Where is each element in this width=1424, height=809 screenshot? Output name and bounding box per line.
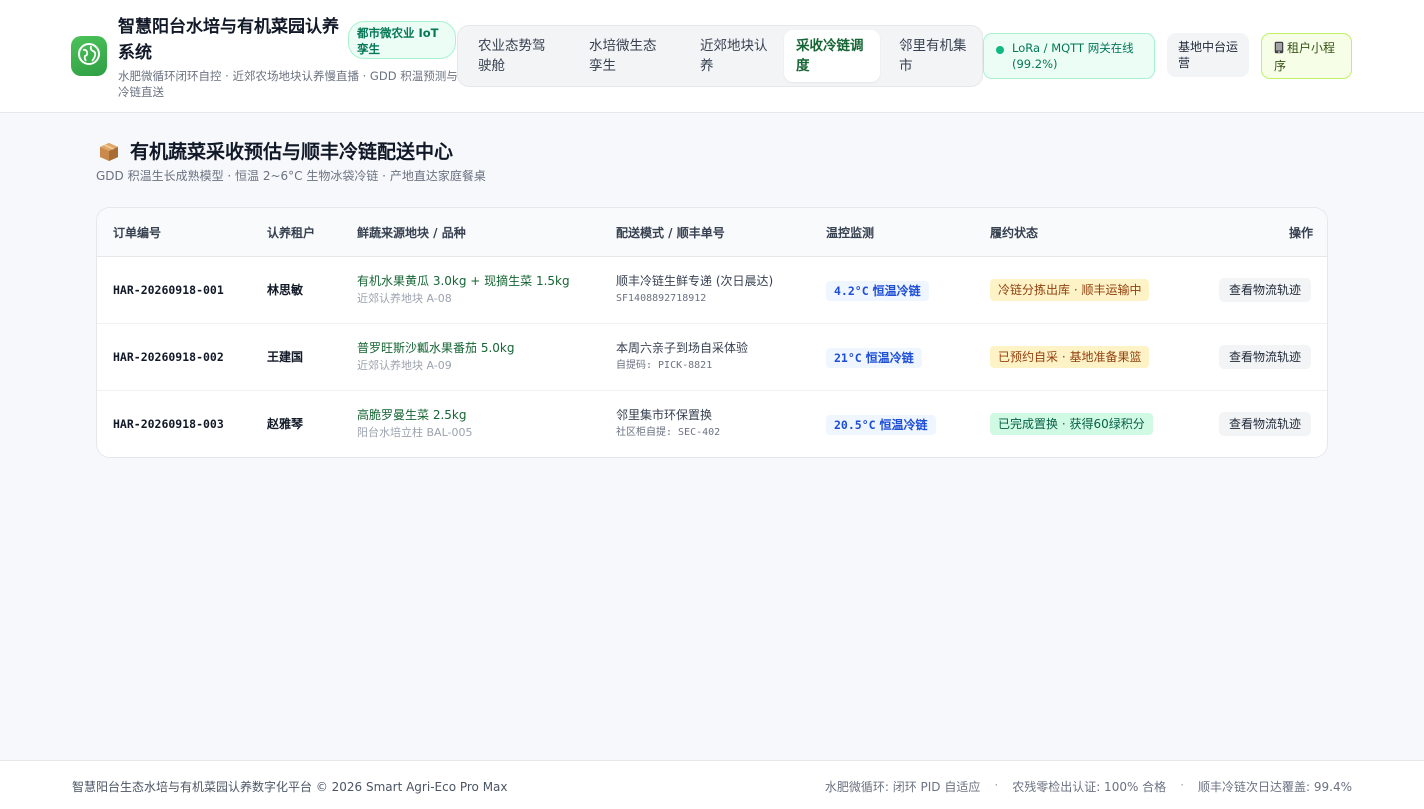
col-action: 操作 xyxy=(1288,226,1313,240)
footer-stat-coverage: 顺丰冷链次日达覆盖: 99.4% xyxy=(1198,780,1352,794)
delivery-mode: 本周六亲子到场自采体验 xyxy=(616,341,749,355)
col-produce: 鲜蔬来源地块 / 品种 xyxy=(357,226,466,240)
tracking-number: 自提码: PICK-8821 xyxy=(616,360,713,371)
footer-stat-pid: 水肥微循环: 闭环 PID 自适应 xyxy=(824,780,981,794)
globe-icon xyxy=(77,42,101,70)
produce-name: 有机水果黄瓜 3.0kg + 现摘生菜 1.5kg xyxy=(357,274,570,288)
tracking-number: 社区柜自提: SEC-402 xyxy=(616,427,721,438)
tenant-name: 林思敏 xyxy=(267,283,304,297)
tab-neighborhood-market[interactable]: 邻里有机集市 xyxy=(887,30,979,82)
source-plot: 阳台水培立柱 BAL-005 xyxy=(357,426,473,439)
table-header: 订单编号 认养租户 鲜蔬来源地块 / 品种 配送模式 / 顺丰单号 温控监测 履… xyxy=(97,208,1327,257)
footer-stats: 水肥微循环: 闭环 PID 自适应 · 农残零检出认证: 100% 合格 · 顺… xyxy=(825,778,1352,795)
view-logistics-button[interactable]: 查看物流轨迹 xyxy=(1219,412,1312,436)
main-nav: 农业态势驾驶舱 水培微生态孪生 近郊地块认养 采收冷链调度 邻里有机集市 xyxy=(457,25,983,87)
tracking-number: SF1408892718912 xyxy=(616,293,707,304)
col-tenant: 认养租户 xyxy=(267,226,316,240)
table-row: HAR-20260918-002 王建国 普罗旺斯沙瓤水果番茄 5.0kg 近郊… xyxy=(97,324,1327,391)
col-delivery: 配送模式 / 顺丰单号 xyxy=(616,226,725,240)
produce-name: 高脆罗曼生菜 2.5kg xyxy=(357,408,467,422)
source-plot: 近郊认养地块 A-08 xyxy=(357,292,452,305)
app-footer: 智慧阳台生态水培与有机菜园认养数字化平台 © 2026 Smart Agri-E… xyxy=(0,760,1424,809)
delivery-mode: 邻里集市环保置换 xyxy=(616,408,713,422)
temp-value: 20.5°C xyxy=(834,418,876,432)
app-header: 智慧阳台水培与有机菜园认养系统 水肥微循环闭环自控 · 近郊农场地块认养慢直播 … xyxy=(0,0,1424,113)
iot-twin-badge: 都市微农业 IoT 孪生 xyxy=(348,21,456,59)
section-title-text: 有机蔬菜采收预估与顺丰冷链配送中心 xyxy=(130,141,454,163)
delivery-mode: 顺丰冷链生鲜专递 (次日晨达) xyxy=(616,274,774,288)
temp-badge: 20.5°C 恒温冷链 xyxy=(826,415,936,435)
table-row: HAR-20260918-003 赵雅琴 高脆罗曼生菜 2.5kg 阳台水培立柱… xyxy=(97,391,1327,457)
footer-separator: · xyxy=(994,778,999,792)
col-temp: 温控监测 xyxy=(826,226,875,240)
package-icon xyxy=(98,141,120,163)
order-id: HAR-20260918-003 xyxy=(113,417,224,431)
temp-badge: 4.2°C 恒温冷链 xyxy=(826,281,929,301)
source-plot: 近郊认养地块 A-09 xyxy=(357,359,452,372)
tab-plot-adoption[interactable]: 近郊地块认养 xyxy=(688,30,780,82)
gateway-status-text: LoRa / MQTT 网关在线 (99.2%) xyxy=(1012,41,1134,71)
tenant-mini-program-button[interactable]: 租户小程序 xyxy=(1261,33,1352,79)
section-subtitle: GDD 积温生长成熟模型 · 恒温 2~6°C 生物冰袋冷链 · 产地直达家庭餐… xyxy=(96,169,486,183)
app-logo xyxy=(71,36,107,76)
tab-harvest-cold-chain[interactable]: 采收冷链调度 xyxy=(784,30,880,82)
app-subtitle: 水肥微循环闭环自控 · 近郊农场地块认养慢直播 · GDD 积温预测与冷链直送 xyxy=(118,69,458,99)
status-badge: 已预约自采 · 基地准备果篮 xyxy=(990,346,1150,368)
order-id: HAR-20260918-002 xyxy=(113,350,224,364)
col-status: 履约状态 xyxy=(990,226,1039,240)
footer-copyright: 智慧阳台生态水培与有机菜园认养数字化平台 © 2026 Smart Agri-E… xyxy=(72,780,508,794)
tab-hydro-twin[interactable]: 水培微生态孪生 xyxy=(577,30,681,82)
phone-icon xyxy=(1274,41,1284,58)
status-badge: 冷链分拣出库 · 顺丰运输中 xyxy=(990,279,1150,301)
table-row: HAR-20260918-001 林思敏 有机水果黄瓜 3.0kg + 现摘生菜… xyxy=(97,257,1327,324)
temp-label: 恒温冷链 xyxy=(865,351,914,365)
orders-table: 订单编号 认养租户 鲜蔬来源地块 / 品种 配送模式 / 顺丰单号 温控监测 履… xyxy=(96,207,1328,458)
gateway-status: LoRa / MQTT 网关在线 (99.2%) xyxy=(983,33,1155,79)
temp-value: 4.2°C xyxy=(834,284,869,298)
footer-separator: · xyxy=(1180,778,1185,792)
temp-badge: 21°C 恒温冷链 xyxy=(826,348,922,368)
col-order-id: 订单编号 xyxy=(113,226,162,240)
app-title: 智慧阳台水培与有机菜园认养系统 xyxy=(118,17,339,63)
temp-value: 21°C xyxy=(834,351,862,365)
footer-stat-pesticide: 农残零检出认证: 100% 合格 xyxy=(1012,780,1167,794)
temp-label: 恒温冷链 xyxy=(879,418,928,432)
tab-agri-cockpit[interactable]: 农业态势驾驶舱 xyxy=(466,30,570,82)
temp-label: 恒温冷链 xyxy=(872,284,921,298)
section-title: 有机蔬菜采收预估与顺丰冷链配送中心 xyxy=(98,138,453,166)
view-logistics-button[interactable]: 查看物流轨迹 xyxy=(1219,345,1312,369)
status-badge: 已完成置换 · 获得60绿积分 xyxy=(990,413,1153,435)
view-logistics-button[interactable]: 查看物流轨迹 xyxy=(1219,278,1312,302)
online-dot-icon xyxy=(996,46,1004,54)
tenant-name: 赵雅琴 xyxy=(267,417,304,431)
produce-name: 普罗旺斯沙瓤水果番茄 5.0kg xyxy=(357,341,515,355)
order-id: HAR-20260918-001 xyxy=(113,283,224,297)
tenant-name: 王建国 xyxy=(267,350,304,364)
base-ops-button[interactable]: 基地中台运营 xyxy=(1167,33,1249,77)
